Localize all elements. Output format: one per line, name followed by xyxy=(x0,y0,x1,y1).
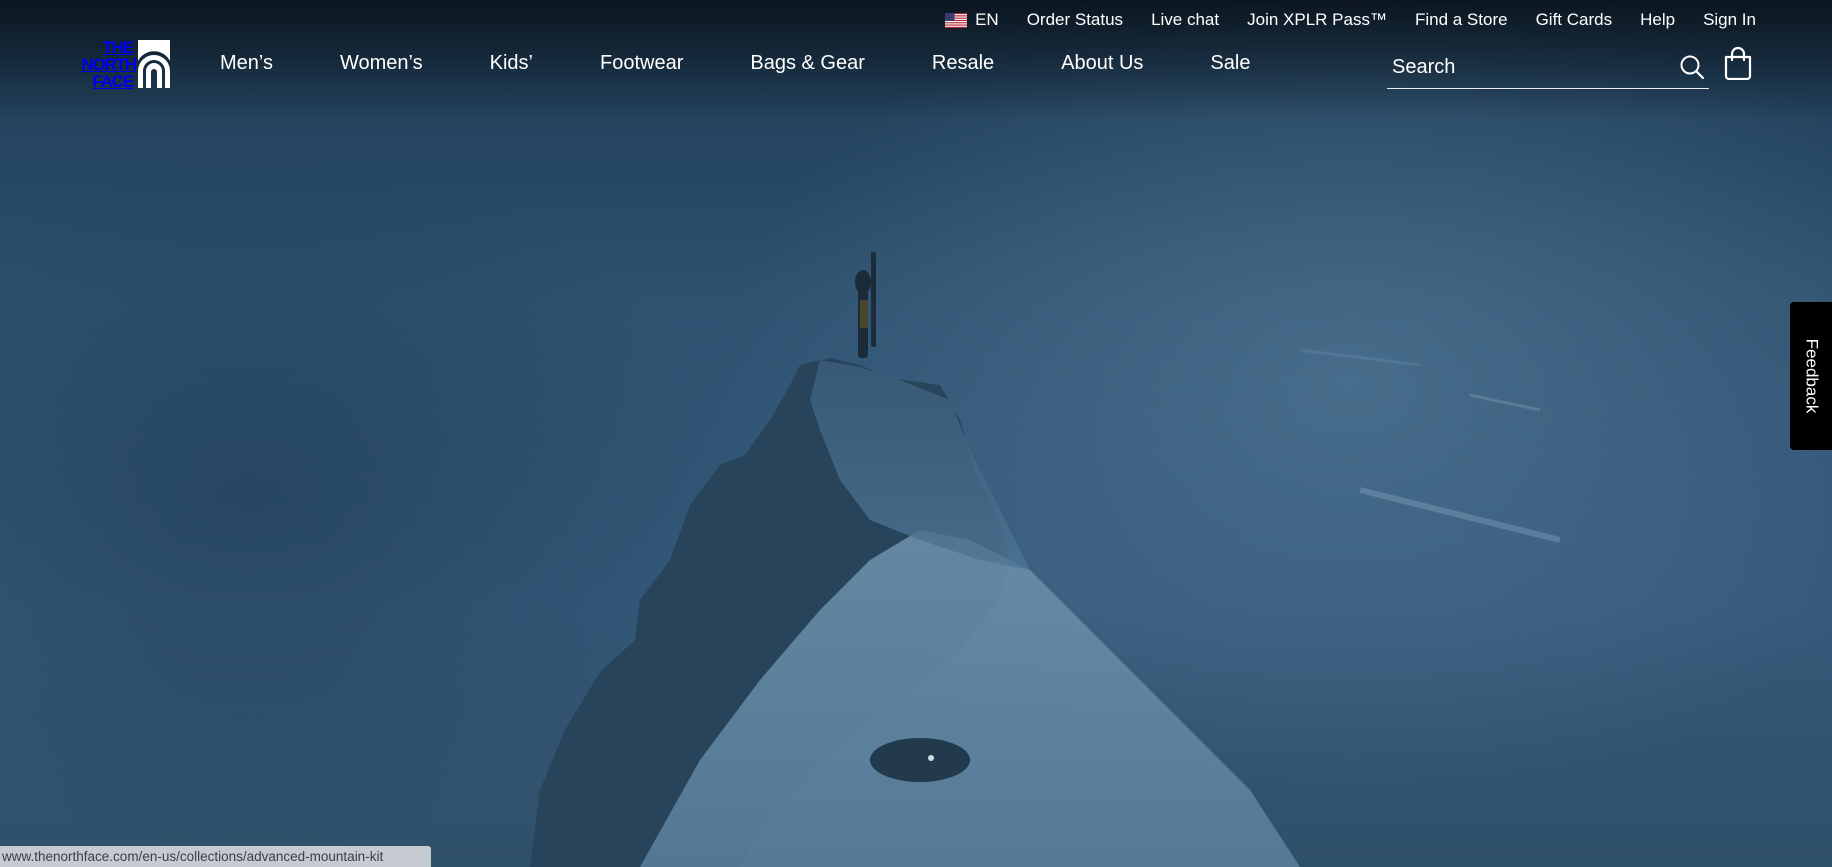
gift-cards-link[interactable]: Gift Cards xyxy=(1536,10,1613,30)
logo-line-3: FACE xyxy=(92,71,134,91)
xplr-pass-link[interactable]: Join XPLR Pass™ xyxy=(1247,10,1387,30)
nav-bags-gear[interactable]: Bags & Gear xyxy=(750,52,865,75)
nav-womens[interactable]: Women’s xyxy=(340,52,423,75)
nav-mens[interactable]: Men’s xyxy=(220,52,273,75)
hero-background xyxy=(0,0,1832,867)
half-dome-icon xyxy=(138,40,170,88)
logo-wordmark: THE NORTH FACE xyxy=(66,37,138,91)
find-store-link[interactable]: Find a Store xyxy=(1415,10,1508,30)
live-chat-link[interactable]: Live chat xyxy=(1151,10,1219,30)
mountain-scene xyxy=(530,252,1561,867)
north-face-logo[interactable]: THE NORTH FACE xyxy=(66,38,172,90)
main-navigation: Men’s Women’s Kids’ Footwear Bags & Gear… xyxy=(220,52,1250,75)
language-selector[interactable]: EN xyxy=(945,10,999,30)
search-icon xyxy=(1680,55,1705,80)
shopping-bag-button[interactable] xyxy=(1722,46,1754,81)
shopping-bag-icon xyxy=(1724,46,1752,81)
utility-bar: EN Order Status Live chat Join XPLR Pass… xyxy=(945,9,1756,31)
language-label: EN xyxy=(975,10,999,29)
sign-in-link[interactable]: Sign In xyxy=(1703,10,1756,30)
status-url: www.thenorthface.com/en-us/collections/a… xyxy=(0,846,431,867)
feedback-label: Feedback xyxy=(1802,338,1822,414)
help-link[interactable]: Help xyxy=(1640,10,1675,30)
search-bar xyxy=(1387,46,1709,89)
logo-line-2: NORTH xyxy=(81,54,138,74)
nav-resale[interactable]: Resale xyxy=(932,52,994,75)
nav-about-us[interactable]: About Us xyxy=(1061,52,1143,75)
us-flag-icon xyxy=(945,12,968,28)
order-status-link[interactable]: Order Status xyxy=(1027,10,1123,30)
search-input[interactable] xyxy=(1387,49,1677,85)
logo-line-1: THE xyxy=(102,37,135,57)
search-button[interactable] xyxy=(1677,52,1707,82)
nav-kids[interactable]: Kids’ xyxy=(490,52,533,75)
nav-footwear[interactable]: Footwear xyxy=(600,52,683,75)
feedback-tab[interactable]: Feedback xyxy=(1790,302,1832,450)
nav-sale[interactable]: Sale xyxy=(1210,52,1250,75)
